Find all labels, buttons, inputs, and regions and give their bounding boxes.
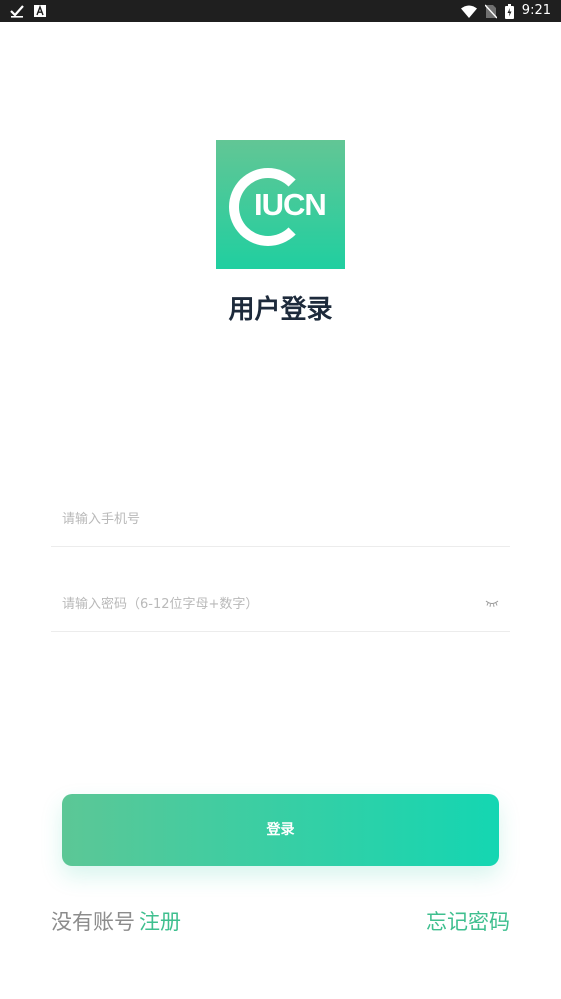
check-icon: [10, 5, 24, 18]
register-link[interactable]: 注册: [139, 910, 181, 934]
status-right: 9:21: [460, 3, 551, 19]
eye-closed-icon[interactable]: [485, 598, 499, 608]
iucn-logo: IUCN: [216, 140, 345, 269]
logo-text: IUCN: [254, 187, 327, 222]
phone-field: [51, 490, 510, 547]
forgot-password-link[interactable]: 忘记密码: [426, 908, 510, 936]
page-title: 用户登录: [228, 295, 333, 325]
password-field: [51, 575, 510, 632]
status-left: [10, 3, 46, 19]
status-time: 9:21: [521, 3, 551, 18]
a-icon: [34, 5, 46, 17]
no-sim-icon: [484, 4, 497, 18]
battery-icon: [504, 3, 514, 19]
phone-input[interactable]: [62, 508, 462, 530]
register-prompt: 没有账号 注册: [51, 908, 181, 936]
wifi-icon: [460, 5, 477, 18]
no-account-text: 没有账号: [51, 910, 135, 934]
login-button[interactable]: 登录: [62, 794, 499, 866]
password-input[interactable]: [62, 593, 462, 615]
status-bar: 9:21: [0, 0, 561, 22]
